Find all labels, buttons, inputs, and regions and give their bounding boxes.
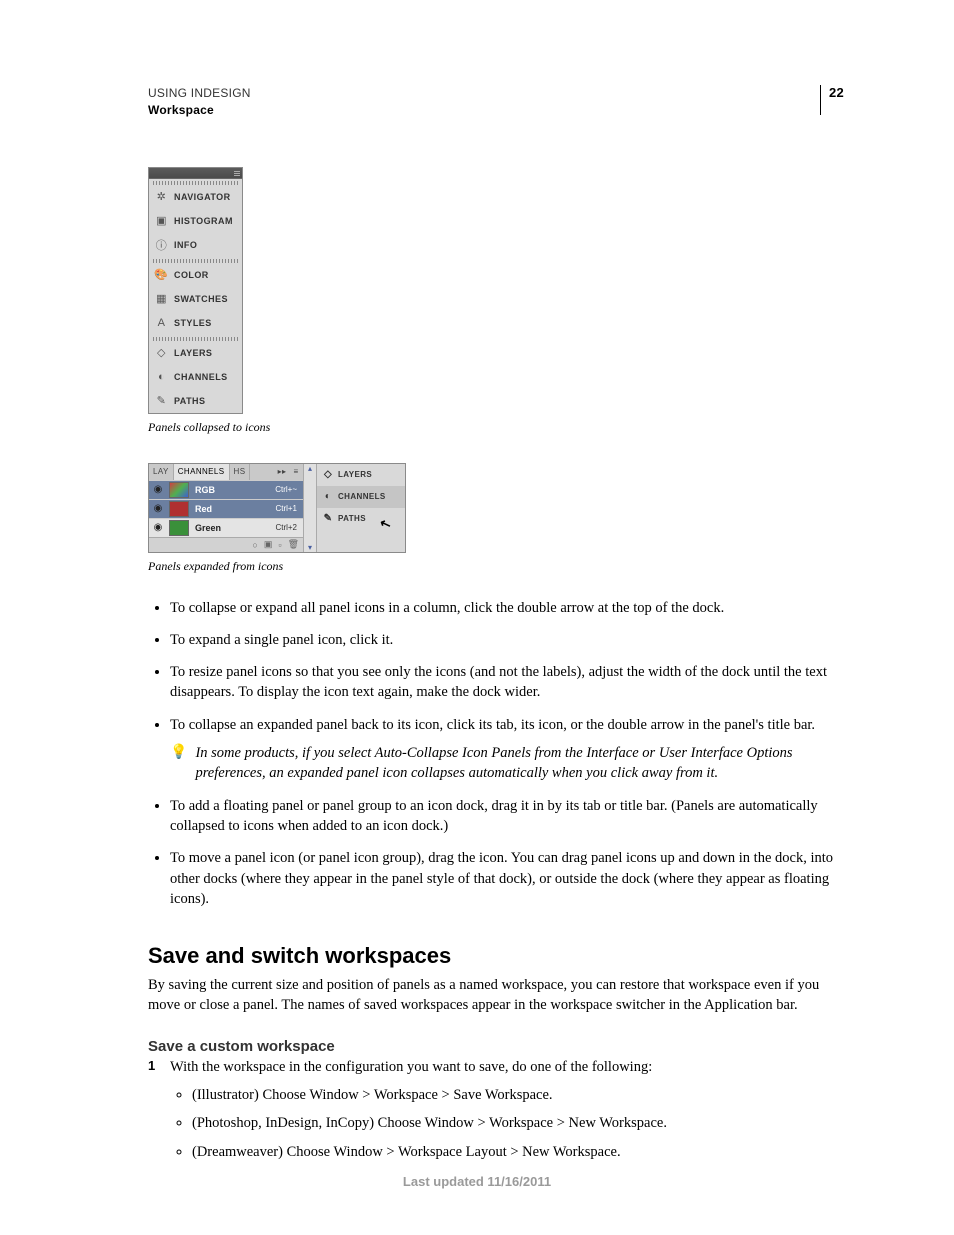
channel-swatch bbox=[169, 482, 189, 498]
channel-row-red: ◉ Red Ctrl+1 bbox=[149, 499, 303, 518]
scroll-up-icon: ▴ bbox=[308, 464, 312, 473]
panel-item-navigator: ✲ NAVIGATOR bbox=[149, 185, 242, 209]
expanded-panel-figure: LAY CHANNELS HS ▸▸ ≡ ◉ RGB Ctrl+~ ◉ Red bbox=[148, 463, 406, 553]
list-item: To add a floating panel or panel group t… bbox=[170, 796, 844, 837]
list-item: To collapse or expand all panel icons in… bbox=[170, 598, 844, 618]
list-text: To collapse an expanded panel back to it… bbox=[170, 717, 815, 733]
panel-label: LAYERS bbox=[174, 348, 212, 358]
list-item: (Dreamweaver) Choose Window > Workspace … bbox=[192, 1142, 844, 1162]
navigator-icon: ✲ bbox=[155, 190, 168, 203]
styles-icon: A bbox=[155, 316, 168, 329]
channel-shortcut: Ctrl+~ bbox=[275, 485, 303, 494]
channel-label: Red bbox=[191, 504, 275, 514]
paths-icon: ✎ bbox=[155, 394, 168, 407]
swatches-icon: ▦ bbox=[155, 292, 168, 305]
panel-menu-icon: ≡ bbox=[289, 464, 303, 480]
instruction-list: To collapse or expand all panel icons in… bbox=[148, 598, 844, 910]
lightbulb-icon: 💡 bbox=[170, 743, 187, 784]
list-item: (Illustrator) Choose Window > Workspace … bbox=[192, 1085, 844, 1105]
tip-text: In some products, if you select Auto-Col… bbox=[195, 743, 844, 784]
mini-label: LAYERS bbox=[338, 470, 372, 479]
panel-item-layers: ◇ LAYERS bbox=[149, 341, 242, 365]
channel-row-rgb: ◉ RGB Ctrl+~ bbox=[149, 480, 303, 499]
channel-shortcut: Ctrl+1 bbox=[275, 504, 303, 513]
section-title: Workspace bbox=[148, 102, 820, 119]
visibility-icon: ◉ bbox=[149, 503, 167, 514]
layers-icon: ◇ bbox=[322, 469, 334, 481]
panel-label: STYLES bbox=[174, 318, 212, 328]
panel-item-styles: A STYLES bbox=[149, 311, 242, 335]
step-item: With the workspace in the configuration … bbox=[148, 1057, 844, 1162]
panel-item-channels: ◐ CHANNELS bbox=[149, 365, 242, 389]
panel-scrollbar: ▴ ▾ bbox=[303, 464, 316, 552]
figure-caption: Panels expanded from icons bbox=[148, 559, 844, 574]
panel-item-paths: ✎ PATHS bbox=[149, 389, 242, 413]
trash-icon: 🗑 bbox=[288, 539, 299, 550]
panel-tabs: LAY CHANNELS HS ▸▸ ≡ bbox=[149, 464, 303, 480]
page-header: USING INDESIGN Workspace 22 bbox=[148, 85, 844, 119]
collapsed-panel-dock: ✲ NAVIGATOR ▣ HISTOGRAM ⓘ INFO 🎨 COLOR ▦… bbox=[148, 167, 243, 414]
panel-item-info: ⓘ INFO bbox=[149, 233, 242, 257]
collapse-arrow-icon: ▸▸ bbox=[275, 464, 289, 480]
channel-shortcut: Ctrl+2 bbox=[275, 523, 303, 532]
histogram-icon: ▣ bbox=[155, 214, 168, 227]
visibility-icon: ◉ bbox=[149, 484, 167, 495]
panel-label: PATHS bbox=[174, 396, 205, 406]
panel-item-swatches: ▦ SWATCHES bbox=[149, 287, 242, 311]
footer-icon: ▣ bbox=[264, 539, 273, 550]
footer-icon: ○ bbox=[252, 540, 257, 550]
channel-label: Green bbox=[191, 523, 275, 533]
scroll-down-icon: ▾ bbox=[308, 543, 312, 552]
panel-label: CHANNELS bbox=[174, 372, 228, 382]
option-list: (Illustrator) Choose Window > Workspace … bbox=[170, 1085, 844, 1162]
channel-row-green: ◉ Green Ctrl+2 bbox=[149, 518, 303, 537]
step-text: With the workspace in the configuration … bbox=[170, 1059, 652, 1075]
panel-item-histogram: ▣ HISTOGRAM bbox=[149, 209, 242, 233]
chapter-title: USING INDESIGN bbox=[148, 85, 820, 102]
channel-swatch bbox=[169, 501, 189, 517]
mini-item-channels: ◐ CHANNELS bbox=[317, 486, 405, 508]
color-icon: 🎨 bbox=[155, 268, 168, 281]
channel-swatch bbox=[169, 520, 189, 536]
list-item: To expand a single panel icon, click it. bbox=[170, 630, 844, 650]
subsection-heading: Save a custom workspace bbox=[148, 1038, 844, 1055]
panel-titlebar bbox=[149, 168, 242, 179]
mini-item-layers: ◇ LAYERS bbox=[317, 464, 405, 486]
panel-item-color: 🎨 COLOR bbox=[149, 263, 242, 287]
section-heading: Save and switch workspaces bbox=[148, 943, 844, 969]
page-number: 22 bbox=[820, 85, 844, 115]
visibility-icon: ◉ bbox=[149, 522, 167, 533]
list-item: To move a panel icon (or panel icon grou… bbox=[170, 848, 844, 909]
figure-caption: Panels collapsed to icons bbox=[148, 420, 844, 435]
panel-footer: ○ ▣ ▫ 🗑 bbox=[149, 537, 303, 552]
info-icon: ⓘ bbox=[155, 238, 168, 251]
list-item: (Photoshop, InDesign, InCopy) Choose Win… bbox=[192, 1113, 844, 1133]
mini-label: CHANNELS bbox=[338, 492, 386, 501]
mini-label: PATHS bbox=[338, 514, 366, 523]
list-item: To resize panel icons so that you see on… bbox=[170, 662, 844, 703]
page-footer: Last updated 11/16/2011 bbox=[0, 1174, 954, 1189]
panel-label: INFO bbox=[174, 240, 197, 250]
panel-label: NAVIGATOR bbox=[174, 192, 231, 202]
cursor-icon: ↖ bbox=[377, 514, 393, 533]
paths-icon: ✎ bbox=[322, 513, 334, 525]
step-list: With the workspace in the configuration … bbox=[148, 1057, 844, 1162]
tip-note: 💡 In some products, if you select Auto-C… bbox=[170, 743, 844, 784]
channels-icon: ◐ bbox=[155, 370, 168, 383]
channels-icon: ◐ bbox=[322, 491, 334, 503]
channel-label: RGB bbox=[191, 485, 275, 495]
body-paragraph: By saving the current size and position … bbox=[148, 975, 844, 1016]
mini-item-paths: ✎ PATHS ↖ bbox=[317, 508, 405, 530]
list-item: To collapse an expanded panel back to it… bbox=[170, 715, 844, 784]
layers-icon: ◇ bbox=[155, 346, 168, 359]
panel-label: COLOR bbox=[174, 270, 209, 280]
panel-label: SWATCHES bbox=[174, 294, 228, 304]
tab-layers: LAY bbox=[149, 464, 174, 480]
footer-icon: ▫ bbox=[278, 540, 281, 550]
panel-label: HISTOGRAM bbox=[174, 216, 233, 226]
tab-paths: HS bbox=[230, 464, 251, 480]
tab-channels: CHANNELS bbox=[174, 464, 230, 480]
